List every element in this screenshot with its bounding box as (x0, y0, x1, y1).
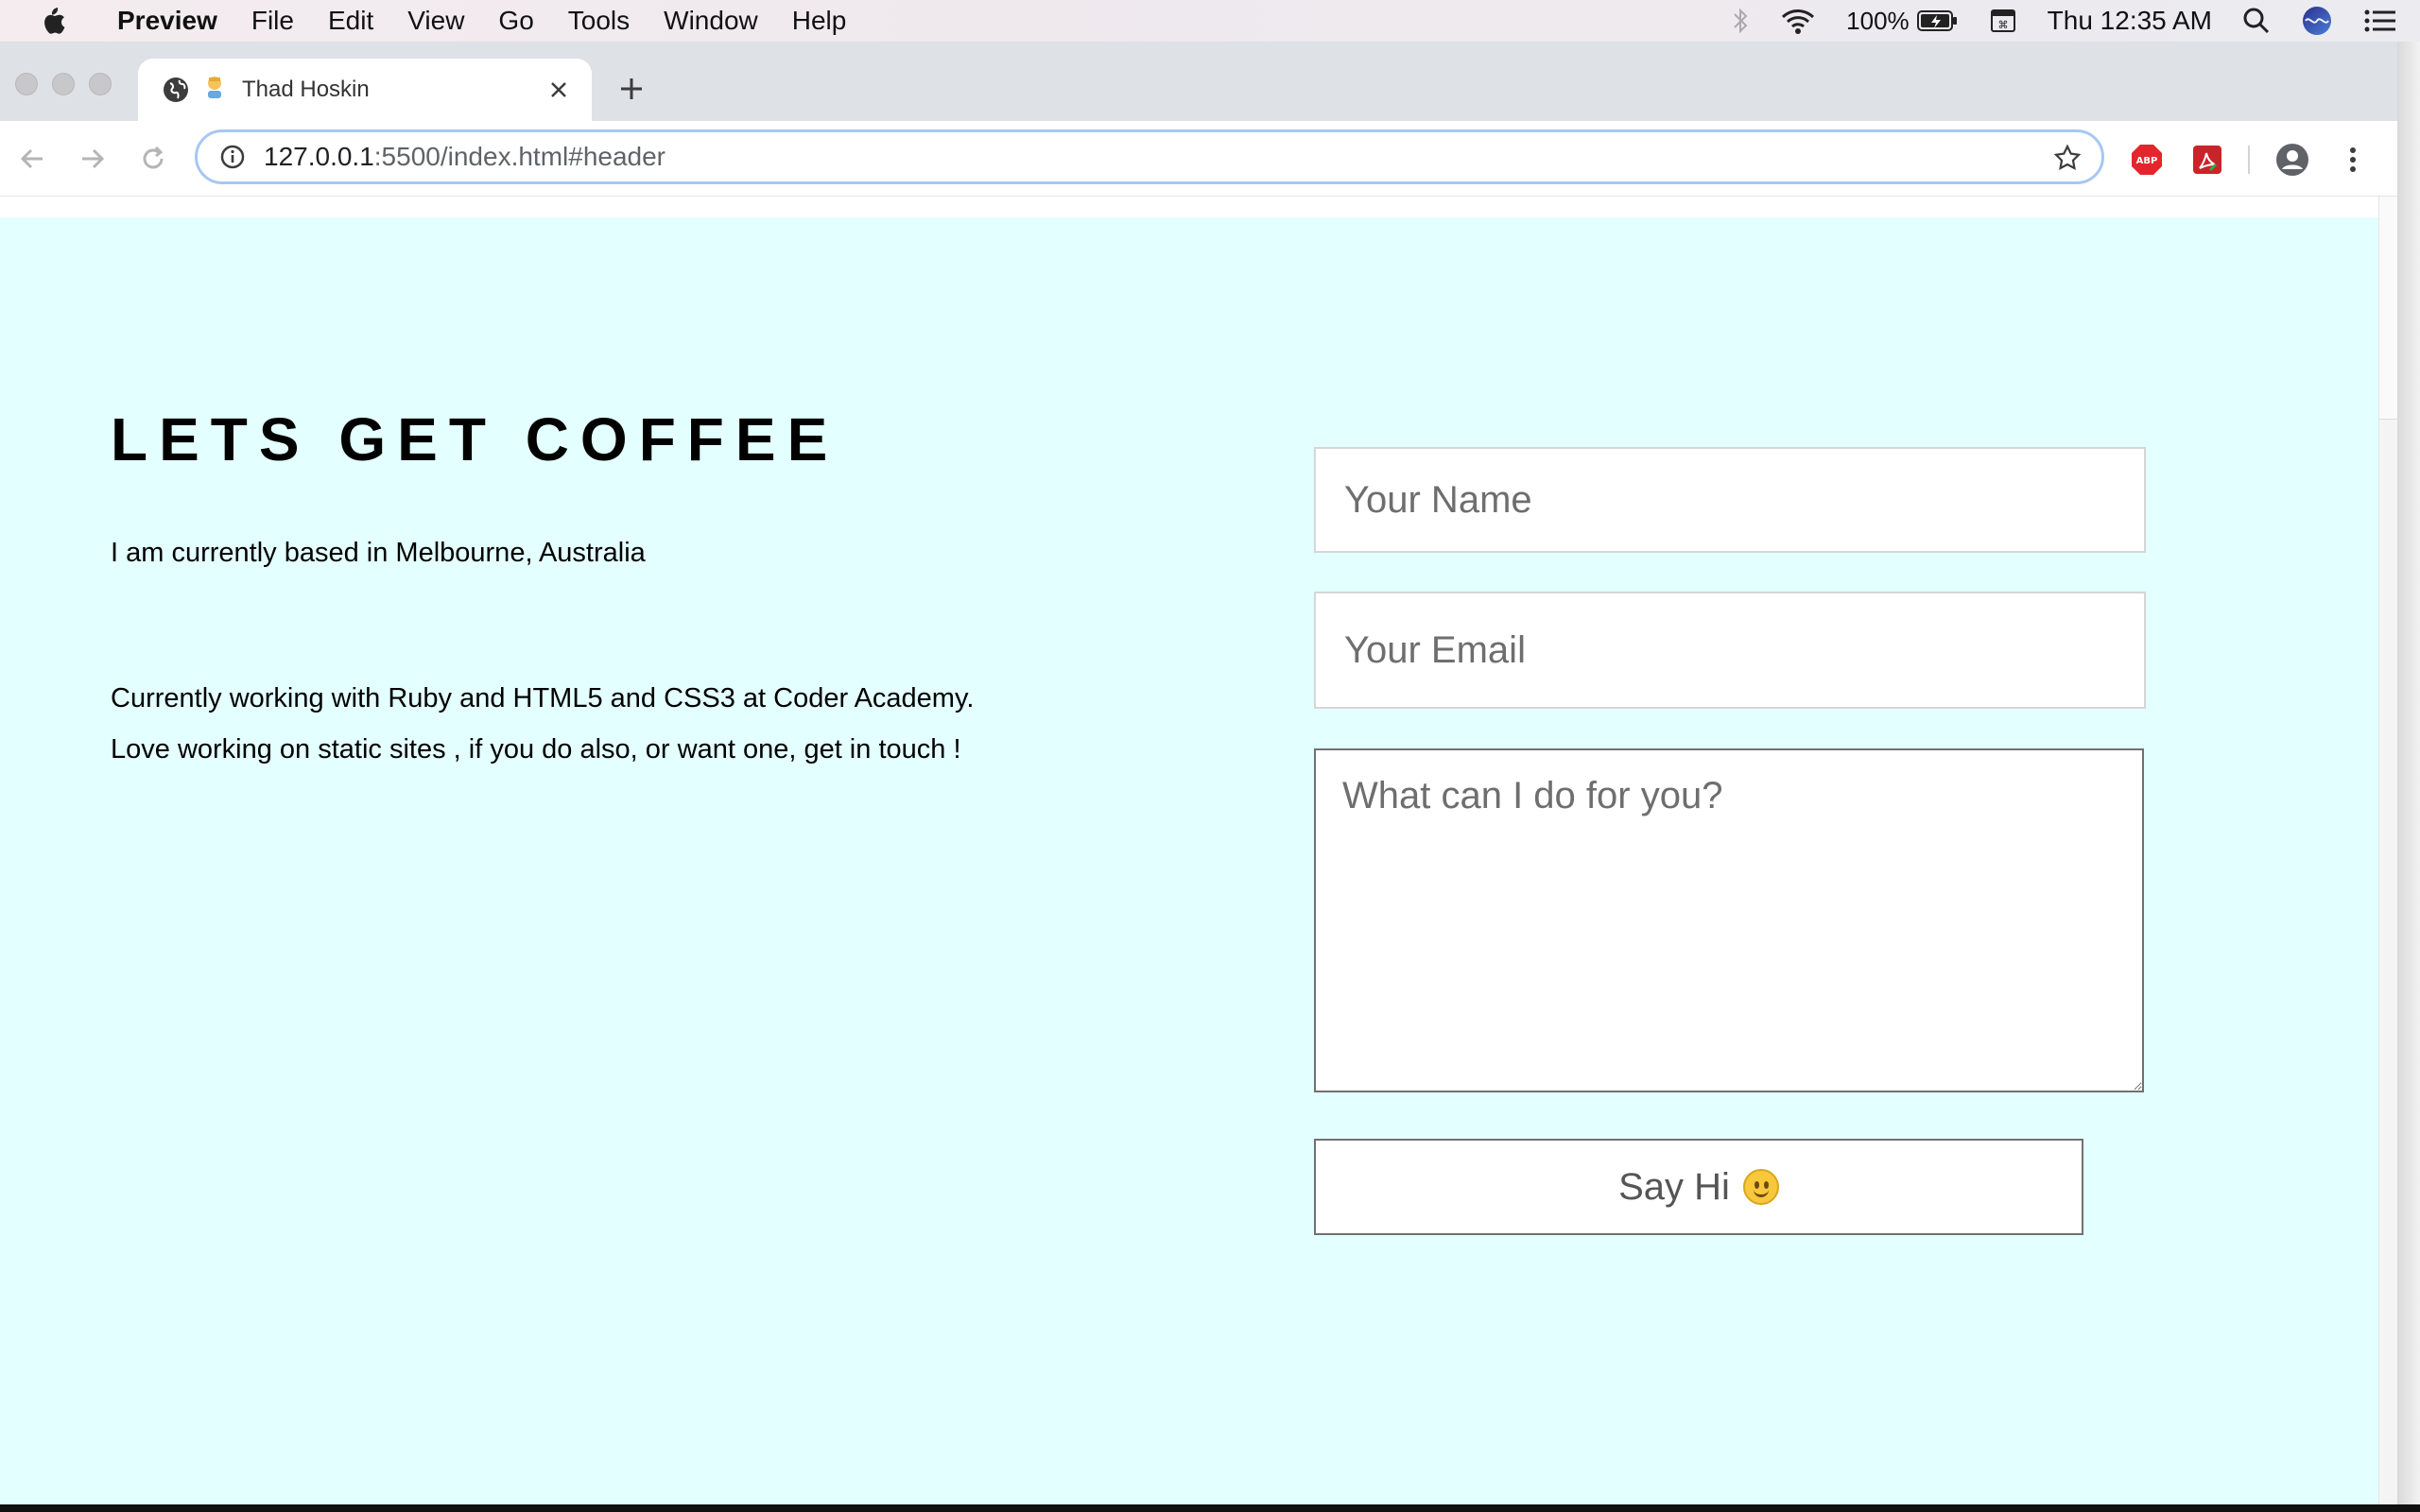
pdf-extension-icon[interactable] (2189, 142, 2225, 178)
profile-avatar-icon[interactable] (2274, 142, 2310, 178)
page-heading: LETS GET COFFEE (111, 405, 839, 473)
wifi-icon[interactable] (1780, 7, 1816, 35)
address-bar[interactable]: 127.0.0.1:5500/index.html#header (195, 129, 2104, 184)
url-host: 127.0.0.1 (264, 142, 374, 171)
menu-bar-status-area: 100% ⌘ Thu 12:35 AM (1731, 0, 2397, 42)
battery-percent-text: 100% (1846, 6, 1910, 35)
browser-window: Thad Hoskin 127.0.0.1:5500/index.html#he… (0, 42, 2397, 1504)
url-path: :5500/index.html#header (373, 142, 666, 171)
app-name-menu[interactable]: Preview (117, 6, 217, 36)
menu-window[interactable]: Window (664, 6, 758, 36)
spotlight-search-icon[interactable] (2242, 7, 2271, 35)
forward-arrow-icon[interactable] (74, 140, 112, 178)
new-tab-plus-icon[interactable] (613, 70, 650, 108)
scrollbar-thumb[interactable] (2378, 197, 2397, 420)
say-hi-label: Say Hi (1618, 1165, 1730, 1208)
browser-menu-kebab-icon[interactable] (2335, 142, 2371, 178)
address-url: 127.0.0.1:5500/index.html#header (264, 142, 666, 172)
back-arrow-icon[interactable] (13, 140, 51, 178)
notification-center-icon[interactable] (2363, 8, 2397, 34)
bookmark-star-icon[interactable] (2050, 141, 2084, 175)
battery-percentage: 100% (1846, 7, 1959, 36)
tab-title: Thad Hoskin (242, 77, 370, 102)
window-close-button[interactable] (15, 73, 38, 95)
menu-view[interactable]: View (407, 6, 464, 36)
smiley-emoji-icon (1742, 1169, 1779, 1205)
input-menu-icon[interactable]: ⌘ (1989, 7, 2017, 35)
window-zoom-button[interactable] (89, 73, 112, 95)
message-textarea[interactable] (1314, 748, 2144, 1092)
bluetooth-icon[interactable] (1731, 7, 1750, 35)
adblock-plus-icon[interactable]: ABP (2129, 142, 2165, 178)
menu-help[interactable]: Help (792, 6, 847, 36)
svg-text:ABP: ABP (2136, 156, 2158, 166)
browser-toolbar: 127.0.0.1:5500/index.html#header ABP (0, 121, 2397, 197)
browser-tab-active[interactable]: Thad Hoskin (138, 59, 592, 121)
tab-close-icon[interactable] (543, 74, 575, 106)
web-page-viewport: LETS GET COFFEE I am currently based in … (0, 197, 2397, 1504)
about-text: Currently working with Ruby and HTML5 an… (111, 673, 974, 775)
say-hi-button[interactable]: Say Hi (1314, 1139, 2083, 1235)
site-favicon-icon (204, 75, 225, 105)
globe-icon (161, 75, 191, 105)
reload-icon[interactable] (134, 140, 172, 178)
about-line-1: Currently working with Ruby and HTML5 an… (111, 683, 975, 713)
apple-menu-icon[interactable] (34, 6, 72, 36)
menu-go[interactable]: Go (498, 6, 533, 36)
page-top-strip (0, 197, 2397, 217)
menu-edit[interactable]: Edit (328, 6, 373, 36)
tab-strip: Thad Hoskin (0, 42, 2397, 121)
siri-icon[interactable] (2301, 5, 2333, 37)
menu-file[interactable]: File (251, 6, 294, 36)
screen-bottom-edge (0, 1504, 2420, 1512)
about-line-2: Love working on static sites , if you do… (111, 734, 961, 765)
site-info-icon[interactable] (216, 141, 249, 173)
battery-charging-icon[interactable] (1916, 9, 1959, 32)
toolbar-divider (2248, 146, 2250, 174)
page-scrollbar[interactable] (2378, 197, 2397, 1504)
name-input[interactable] (1314, 447, 2146, 553)
macos-menu-bar: Preview File Edit View Go Tools Window H… (0, 0, 2420, 42)
email-input[interactable] (1314, 592, 2146, 709)
location-text: I am currently based in Melbourne, Austr… (111, 538, 646, 568)
window-right-edge (2397, 42, 2420, 1504)
menu-tools[interactable]: Tools (568, 6, 630, 36)
window-minimize-button[interactable] (52, 73, 75, 95)
menu-bar-clock[interactable]: Thu 12:35 AM (2048, 6, 2212, 36)
contact-section: LETS GET COFFEE I am currently based in … (0, 217, 2397, 1504)
svg-text:⌘: ⌘ (1997, 19, 2008, 31)
